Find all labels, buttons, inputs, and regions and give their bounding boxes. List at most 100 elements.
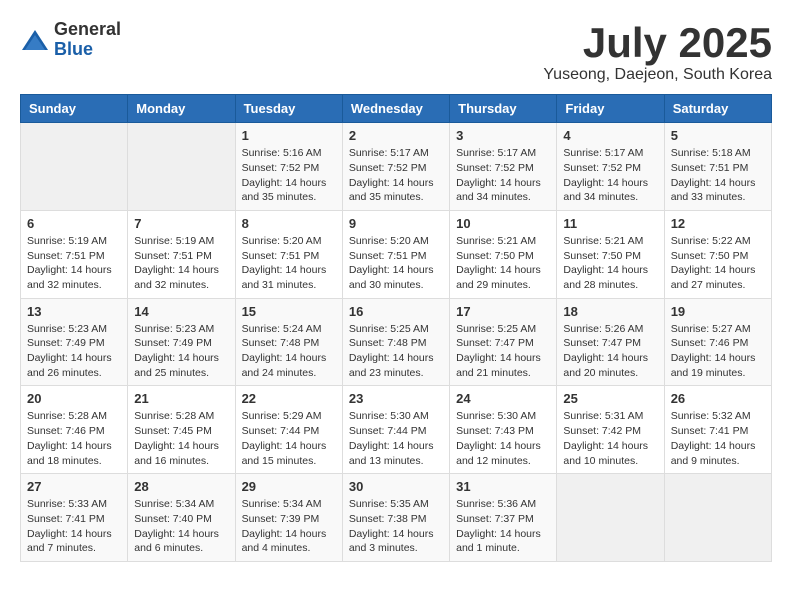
day-info: Sunrise: 5:31 AMSunset: 7:42 PMDaylight:… bbox=[563, 409, 657, 468]
day-info: Sunrise: 5:25 AMSunset: 7:48 PMDaylight:… bbox=[349, 322, 443, 381]
calendar-cell: 11 Sunrise: 5:21 AMSunset: 7:50 PMDayligh… bbox=[557, 210, 664, 298]
calendar-cell: 12 Sunrise: 5:22 AMSunset: 7:50 PMDayligh… bbox=[664, 210, 771, 298]
logo-icon bbox=[20, 25, 50, 55]
logo: General Blue bbox=[20, 20, 121, 60]
calendar: SundayMondayTuesdayWednesdayThursdayFrid… bbox=[20, 94, 772, 562]
day-info: Sunrise: 5:21 AMSunset: 7:50 PMDaylight:… bbox=[563, 234, 657, 293]
calendar-week-row: 20 Sunrise: 5:28 AMSunset: 7:46 PMDayligh… bbox=[21, 386, 772, 474]
day-info: Sunrise: 5:28 AMSunset: 7:46 PMDaylight:… bbox=[27, 409, 121, 468]
day-info: Sunrise: 5:17 AMSunset: 7:52 PMDaylight:… bbox=[456, 146, 550, 205]
day-info: Sunrise: 5:35 AMSunset: 7:38 PMDaylight:… bbox=[349, 497, 443, 556]
title-area: July 2025 Yuseong, Daejeon, South Korea bbox=[543, 20, 772, 84]
calendar-week-row: 27 Sunrise: 5:33 AMSunset: 7:41 PMDayligh… bbox=[21, 474, 772, 562]
day-number: 8 bbox=[242, 216, 336, 231]
calendar-cell: 23Sunrise: 5:30 AMSunset: 7:44 PMDayligh… bbox=[342, 386, 449, 474]
weekday-header: Sunday bbox=[21, 95, 128, 123]
calendar-cell: 10 Sunrise: 5:21 AMSunset: 7:50 PMDayligh… bbox=[450, 210, 557, 298]
day-info: Sunrise: 5:20 AMSunset: 7:51 PMDaylight:… bbox=[349, 234, 443, 293]
day-info: Sunrise: 5:21 AMSunset: 7:50 PMDaylight:… bbox=[456, 234, 550, 293]
weekday-header: Monday bbox=[128, 95, 235, 123]
day-info: Sunrise: 5:30 AMSunset: 7:44 PMDaylight:… bbox=[349, 409, 443, 468]
day-number: 24 bbox=[456, 391, 550, 406]
weekday-header: Saturday bbox=[664, 95, 771, 123]
day-info: Sunrise: 5:26 AMSunset: 7:47 PMDaylight:… bbox=[563, 322, 657, 381]
calendar-cell: 13 Sunrise: 5:23 AMSunset: 7:49 PMDayligh… bbox=[21, 298, 128, 386]
day-number: 2 bbox=[349, 128, 443, 143]
calendar-cell: 14Sunrise: 5:23 AMSunset: 7:49 PMDayligh… bbox=[128, 298, 235, 386]
day-info: Sunrise: 5:34 AMSunset: 7:39 PMDaylight:… bbox=[242, 497, 336, 556]
day-number: 15 bbox=[242, 304, 336, 319]
calendar-cell: 30Sunrise: 5:35 AMSunset: 7:38 PMDayligh… bbox=[342, 474, 449, 562]
calendar-cell: 28 Sunrise: 5:34 AMSunset: 7:40 PMDayligh… bbox=[128, 474, 235, 562]
day-number: 14 bbox=[134, 304, 228, 319]
day-number: 9 bbox=[349, 216, 443, 231]
day-number: 31 bbox=[456, 479, 550, 494]
day-number: 29 bbox=[242, 479, 336, 494]
day-info: Sunrise: 5:18 AMSunset: 7:51 PMDaylight:… bbox=[671, 146, 765, 205]
day-number: 19 bbox=[671, 304, 765, 319]
day-info: Sunrise: 5:19 AMSunset: 7:51 PMDaylight:… bbox=[134, 234, 228, 293]
calendar-cell: 16 Sunrise: 5:25 AMSunset: 7:48 PMDayligh… bbox=[342, 298, 449, 386]
calendar-cell: 6 Sunrise: 5:19 AMSunset: 7:51 PMDaylight… bbox=[21, 210, 128, 298]
day-info: Sunrise: 5:32 AMSunset: 7:41 PMDaylight:… bbox=[671, 409, 765, 468]
calendar-header: SundayMondayTuesdayWednesdayThursdayFrid… bbox=[21, 95, 772, 123]
calendar-cell: 26 Sunrise: 5:32 AMSunset: 7:41 PMDayligh… bbox=[664, 386, 771, 474]
calendar-body: 1 Sunrise: 5:16 AMSunset: 7:52 PMDaylight… bbox=[21, 123, 772, 562]
logo-general: General bbox=[54, 20, 121, 40]
day-info: Sunrise: 5:28 AMSunset: 7:45 PMDaylight:… bbox=[134, 409, 228, 468]
calendar-cell: 2Sunrise: 5:17 AMSunset: 7:52 PMDaylight… bbox=[342, 123, 449, 211]
calendar-cell: 1 Sunrise: 5:16 AMSunset: 7:52 PMDaylight… bbox=[235, 123, 342, 211]
day-number: 11 bbox=[563, 216, 657, 231]
calendar-cell: 9 Sunrise: 5:20 AMSunset: 7:51 PMDaylight… bbox=[342, 210, 449, 298]
day-number: 22 bbox=[242, 391, 336, 406]
day-number: 16 bbox=[349, 304, 443, 319]
day-number: 13 bbox=[27, 304, 121, 319]
day-number: 25 bbox=[563, 391, 657, 406]
day-info: Sunrise: 5:19 AMSunset: 7:51 PMDaylight:… bbox=[27, 234, 121, 293]
calendar-cell: 27 Sunrise: 5:33 AMSunset: 7:41 PMDayligh… bbox=[21, 474, 128, 562]
day-info: Sunrise: 5:29 AMSunset: 7:44 PMDaylight:… bbox=[242, 409, 336, 468]
day-info: Sunrise: 5:36 AMSunset: 7:37 PMDaylight:… bbox=[456, 497, 550, 556]
day-number: 7 bbox=[134, 216, 228, 231]
day-number: 12 bbox=[671, 216, 765, 231]
weekday-header: Friday bbox=[557, 95, 664, 123]
calendar-cell: 21 Sunrise: 5:28 AMSunset: 7:45 PMDayligh… bbox=[128, 386, 235, 474]
calendar-cell: 25 Sunrise: 5:31 AMSunset: 7:42 PMDayligh… bbox=[557, 386, 664, 474]
weekday-header: Tuesday bbox=[235, 95, 342, 123]
calendar-cell: 22 Sunrise: 5:29 AMSunset: 7:44 PMDayligh… bbox=[235, 386, 342, 474]
day-number: 27 bbox=[27, 479, 121, 494]
calendar-cell: 19 Sunrise: 5:27 AMSunset: 7:46 PMDayligh… bbox=[664, 298, 771, 386]
calendar-cell bbox=[664, 474, 771, 562]
subtitle: Yuseong, Daejeon, South Korea bbox=[543, 66, 772, 84]
day-info: Sunrise: 5:23 AMSunset: 7:49 PMDaylight:… bbox=[27, 322, 121, 381]
day-info: Sunrise: 5:17 AMSunset: 7:52 PMDaylight:… bbox=[563, 146, 657, 205]
day-info: Sunrise: 5:20 AMSunset: 7:51 PMDaylight:… bbox=[242, 234, 336, 293]
day-info: Sunrise: 5:33 AMSunset: 7:41 PMDaylight:… bbox=[27, 497, 121, 556]
calendar-cell: 29 Sunrise: 5:34 AMSunset: 7:39 PMDayligh… bbox=[235, 474, 342, 562]
day-info: Sunrise: 5:25 AMSunset: 7:47 PMDaylight:… bbox=[456, 322, 550, 381]
day-info: Sunrise: 5:22 AMSunset: 7:50 PMDaylight:… bbox=[671, 234, 765, 293]
day-number: 6 bbox=[27, 216, 121, 231]
calendar-cell bbox=[557, 474, 664, 562]
day-info: Sunrise: 5:16 AMSunset: 7:52 PMDaylight:… bbox=[242, 146, 336, 205]
day-number: 17 bbox=[456, 304, 550, 319]
day-number: 20 bbox=[27, 391, 121, 406]
day-number: 28 bbox=[134, 479, 228, 494]
day-number: 21 bbox=[134, 391, 228, 406]
day-info: Sunrise: 5:34 AMSunset: 7:40 PMDaylight:… bbox=[134, 497, 228, 556]
main-title: July 2025 bbox=[543, 20, 772, 66]
day-number: 26 bbox=[671, 391, 765, 406]
calendar-cell bbox=[128, 123, 235, 211]
calendar-week-row: 13 Sunrise: 5:23 AMSunset: 7:49 PMDayligh… bbox=[21, 298, 772, 386]
day-info: Sunrise: 5:27 AMSunset: 7:46 PMDaylight:… bbox=[671, 322, 765, 381]
calendar-cell: 31 Sunrise: 5:36 AMSunset: 7:37 PMDayligh… bbox=[450, 474, 557, 562]
calendar-cell: 8 Sunrise: 5:20 AMSunset: 7:51 PMDaylight… bbox=[235, 210, 342, 298]
calendar-cell: 5 Sunrise: 5:18 AMSunset: 7:51 PMDaylight… bbox=[664, 123, 771, 211]
day-number: 5 bbox=[671, 128, 765, 143]
day-number: 18 bbox=[563, 304, 657, 319]
day-number: 1 bbox=[242, 128, 336, 143]
logo-text: General Blue bbox=[54, 20, 121, 60]
calendar-week-row: 6 Sunrise: 5:19 AMSunset: 7:51 PMDaylight… bbox=[21, 210, 772, 298]
calendar-cell: 15Sunrise: 5:24 AMSunset: 7:48 PMDayligh… bbox=[235, 298, 342, 386]
day-number: 10 bbox=[456, 216, 550, 231]
